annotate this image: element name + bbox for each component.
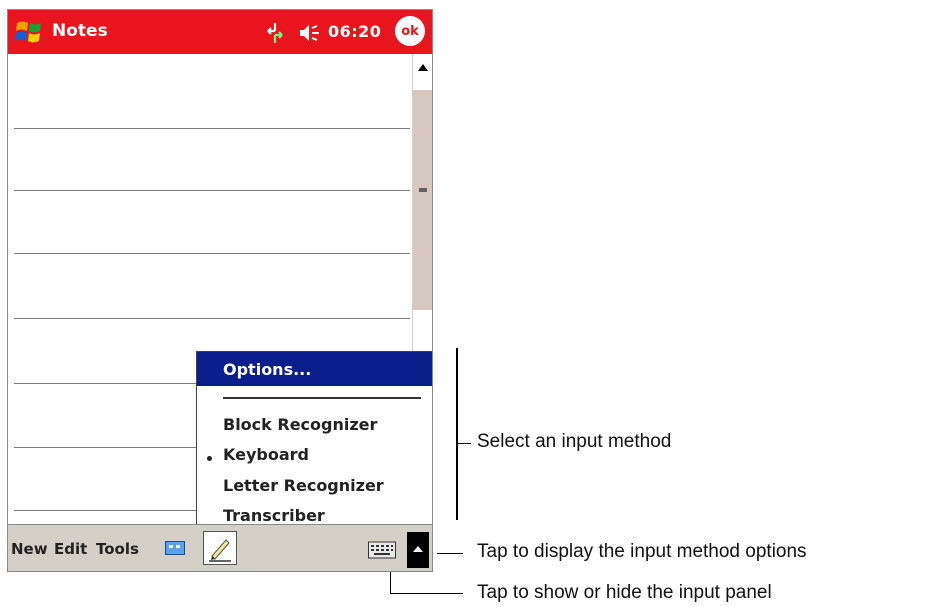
callout-bracket: [456, 348, 458, 520]
connectivity-icon[interactable]: [264, 21, 286, 45]
menu-item-options[interactable]: Options...: [197, 352, 432, 386]
keyboard-icon[interactable]: [368, 539, 396, 561]
callout-show-hide-panel: Tap to show or hide the input panel: [477, 582, 772, 603]
menu-item-transcriber[interactable]: Transcriber: [223, 506, 325, 525]
callout-line-panel-horizontal: [390, 593, 463, 594]
callout-tick: [457, 443, 471, 444]
callout-display-options: Tap to display the input method options: [477, 541, 807, 562]
ruled-line: [14, 128, 410, 129]
callout-line-panel-vertical: [390, 572, 391, 593]
pen-button[interactable]: [203, 531, 237, 565]
menu-item-keyboard[interactable]: Keyboard: [223, 445, 309, 464]
pocket-pc-screen: Notes 06:20 ok Options... Block Recogniz…: [7, 9, 433, 572]
recording-toolbar-icon[interactable]: [165, 541, 185, 555]
ruled-line: [14, 190, 410, 191]
selected-bullet-icon: [207, 456, 212, 461]
clock[interactable]: 06:20: [328, 22, 381, 41]
scroll-up-arrow-icon[interactable]: [413, 56, 432, 78]
menu-separator: [223, 397, 421, 399]
volume-icon[interactable]: [298, 24, 324, 42]
menu-item-block-recognizer[interactable]: Block Recognizer: [223, 415, 377, 434]
edit-menu[interactable]: Edit: [54, 540, 87, 558]
app-title: Notes: [52, 21, 108, 41]
input-method-selector-arrow[interactable]: [407, 532, 429, 568]
tools-menu[interactable]: Tools: [96, 540, 139, 558]
new-menu[interactable]: New: [11, 540, 48, 558]
callout-select-method: Select an input method: [477, 431, 672, 452]
callout-line-options: [437, 553, 463, 554]
ok-button[interactable]: ok: [395, 16, 425, 46]
pen-icon: [209, 539, 231, 562]
menu-item-letter-recognizer[interactable]: Letter Recognizer: [223, 476, 384, 495]
windows-flag-icon[interactable]: [14, 17, 44, 47]
title-bar: Notes 06:20 ok: [8, 10, 432, 54]
ruled-line: [14, 253, 410, 254]
ruled-line: [14, 318, 410, 319]
bottom-menu-bar: New Edit Tools: [8, 524, 432, 571]
scroll-grip: [419, 188, 427, 192]
input-method-menu: Options... Block Recognizer Keyboard Let…: [196, 351, 432, 525]
chevron-up-icon: [413, 546, 423, 552]
scroll-thumb[interactable]: [413, 90, 432, 310]
